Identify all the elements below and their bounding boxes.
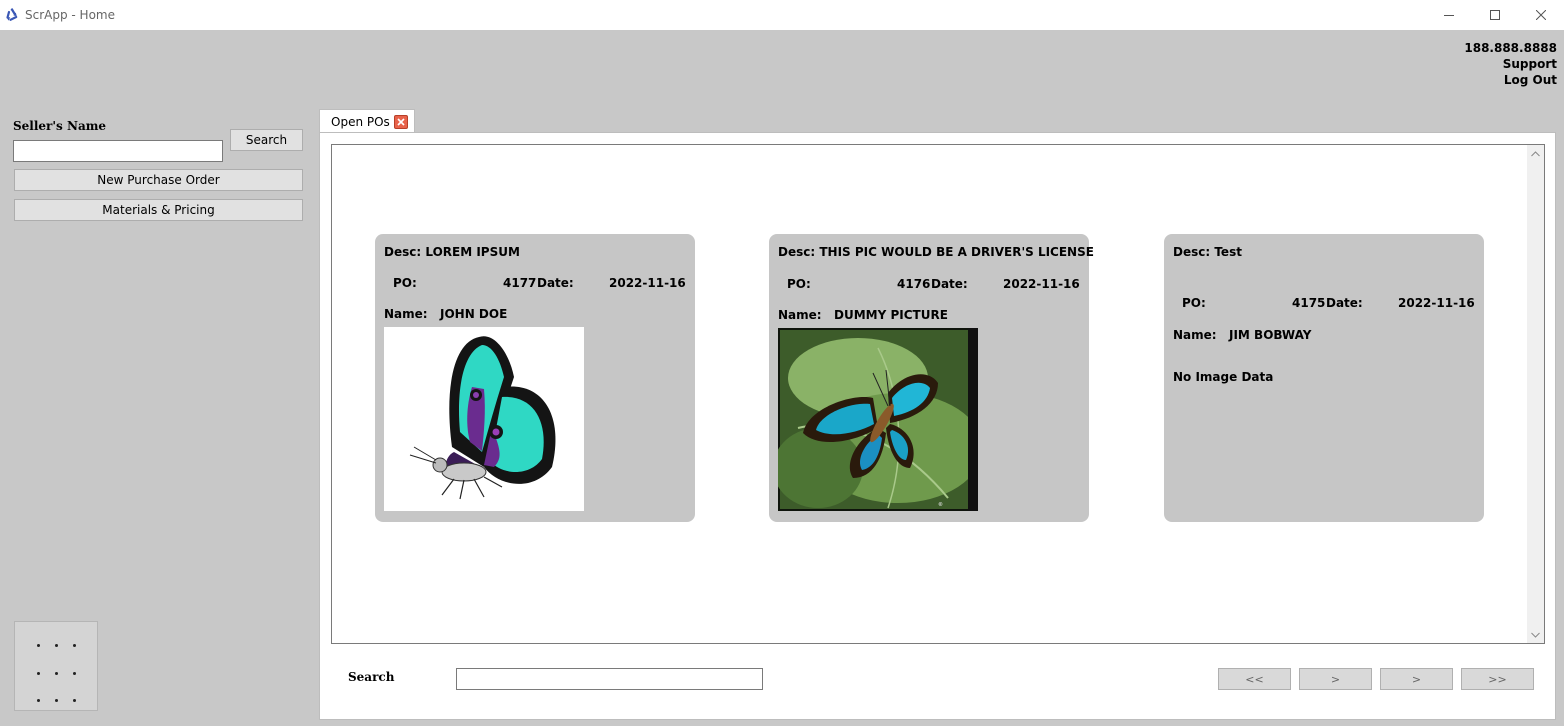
close-icon[interactable] [393, 114, 408, 129]
desc-label: Desc: [778, 245, 816, 259]
po-label: PO: [1182, 296, 1206, 310]
pager-first-button[interactable]: << [1218, 668, 1291, 690]
butterfly-drawing-image [384, 327, 584, 511]
maximize-icon[interactable] [1472, 0, 1518, 30]
desc-value: Test [1214, 245, 1242, 259]
po-label: PO: [787, 277, 811, 291]
name-label: Name: [778, 308, 822, 322]
logout-link[interactable]: Log Out [1464, 72, 1557, 88]
tab-open-pos[interactable]: Open POs [319, 109, 415, 133]
header-links: 188.888.8888 Support Log Out [1464, 40, 1557, 88]
po-number: 4175 [1292, 296, 1326, 310]
po-number: 4176 [897, 277, 931, 291]
no-image-text: No Image Data [1173, 370, 1274, 384]
date-label: Date: [1326, 296, 1363, 310]
search-button[interactable]: Search [230, 129, 303, 151]
minimize-icon[interactable] [1426, 0, 1472, 30]
support-link[interactable]: Support [1464, 56, 1557, 72]
materials-pricing-button[interactable]: Materials & Pricing [14, 199, 303, 221]
scroll-up-icon[interactable] [1527, 145, 1544, 162]
pager-next-button[interactable]: > [1380, 668, 1453, 690]
desc-value: LOREM IPSUM [425, 245, 520, 259]
pager-prev-button[interactable]: > [1299, 668, 1372, 690]
name-value: JIM BOBWAY [1229, 328, 1312, 342]
name-value: JOHN DOE [440, 307, 508, 321]
name-value: DUMMY PICTURE [834, 308, 948, 322]
name-label: Name: [1173, 328, 1217, 342]
title-bar: ScrApp - Home [0, 0, 1564, 30]
desc-label: Desc: [384, 245, 422, 259]
recycle-icon [4, 7, 20, 23]
main-panel: Desc: LOREM IPSUM PO: 4177 Date: 2022-11… [319, 132, 1556, 720]
seller-name-input[interactable] [13, 140, 223, 162]
po-label: PO: [393, 276, 417, 290]
new-purchase-order-button[interactable]: New Purchase Order [14, 169, 303, 191]
po-card[interactable]: Desc: Test PO: 4175 Date: 2022-11-16 Nam… [1164, 234, 1484, 522]
po-card[interactable]: Desc: LOREM IPSUM PO: 4177 Date: 2022-11… [375, 234, 695, 522]
phone-number: 188.888.8888 [1464, 41, 1557, 55]
desc-label: Desc: [1173, 245, 1211, 259]
po-number: 4177 [503, 276, 537, 290]
date-label: Date: [931, 277, 968, 291]
po-search-input[interactable] [456, 668, 763, 690]
po-card-grid: Desc: LOREM IPSUM PO: 4177 Date: 2022-11… [331, 144, 1545, 644]
scroll-down-icon[interactable] [1527, 626, 1544, 643]
window-title: ScrApp - Home [25, 8, 115, 22]
pager-last-button[interactable]: >> [1461, 668, 1534, 690]
desc-value: THIS PIC WOULD BE A DRIVER'S LICENSE [819, 245, 1094, 259]
tab-label: Open POs [331, 114, 390, 129]
grip-handle[interactable] [14, 621, 98, 711]
date-label: Date: [537, 276, 574, 290]
po-card[interactable]: Desc: THIS PIC WOULD BE A DRIVER'S LICEN… [769, 234, 1094, 522]
date-value: 2022-11-16 [1003, 277, 1080, 291]
svg-text:©: © [938, 502, 943, 508]
name-label: Name: [384, 307, 428, 321]
seller-name-label: Seller's Name [13, 119, 107, 133]
close-icon[interactable] [1518, 0, 1564, 30]
butterfly-photo-image: © [773, 328, 983, 511]
date-value: 2022-11-16 [1398, 296, 1475, 310]
po-search-label: Search [348, 670, 395, 684]
date-value: 2022-11-16 [609, 276, 686, 290]
vertical-scrollbar[interactable] [1527, 145, 1544, 643]
